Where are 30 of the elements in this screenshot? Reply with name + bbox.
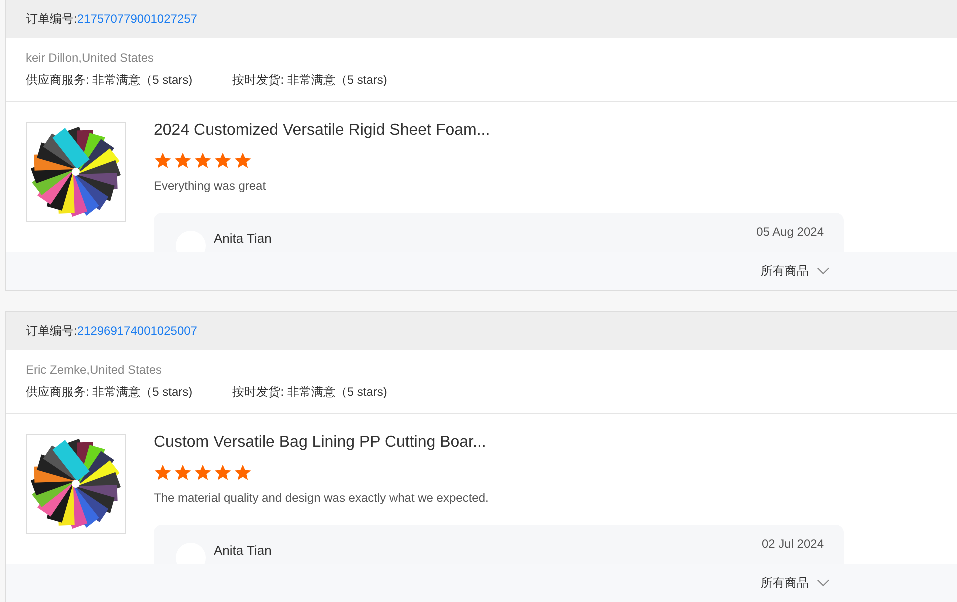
- star-icon: [194, 464, 212, 482]
- star-icon: [234, 464, 252, 482]
- star-icon: [154, 152, 172, 170]
- seller-rating: 按时发货: 非常满意（5 stars): [232, 72, 388, 89]
- review-text: Everything was great: [154, 179, 268, 193]
- seller-rating: 按时发货: 非常满意（5 stars): [232, 384, 388, 401]
- order-number-label: 订单编号:: [26, 10, 78, 28]
- star-icon: [194, 152, 212, 170]
- buyer-name: keir Dillon,United States: [26, 50, 156, 67]
- all-products-dropdown[interactable]: 所有商品: [761, 574, 830, 592]
- buyer-name: Eric Zemke,United States: [26, 362, 164, 379]
- product-title[interactable]: Custom Versatile Bag Lining PP Cutting Boar...: [154, 434, 844, 452]
- order-number-label: 订单编号:: [26, 322, 78, 340]
- review-text: The material quality and design was exactly what we expected.: [154, 491, 490, 505]
- star-icon: [174, 152, 192, 170]
- reply-author: Anita Tian: [214, 543, 272, 558]
- all-products-dropdown[interactable]: 所有商品: [761, 262, 830, 280]
- star-icon: [234, 152, 252, 170]
- chevron-down-icon: [817, 267, 830, 275]
- star-icon: [174, 464, 192, 482]
- reply-date: 02 Jul 2024: [762, 537, 824, 552]
- star-icon: [154, 464, 172, 482]
- star-icon: [214, 464, 232, 482]
- seller-rating: 供应商服务: 非常满意（5 stars): [26, 72, 193, 89]
- star-icon: [214, 152, 232, 170]
- product-title[interactable]: 2024 Customized Versatile Rigid Sheet Foam...: [154, 122, 844, 140]
- reply-author: Anita Tian: [214, 231, 272, 246]
- reply-date: 05 Aug 2024: [756, 225, 824, 240]
- chevron-down-icon: [817, 579, 830, 587]
- seller-rating: 供应商服务: 非常满意（5 stars): [26, 384, 193, 401]
